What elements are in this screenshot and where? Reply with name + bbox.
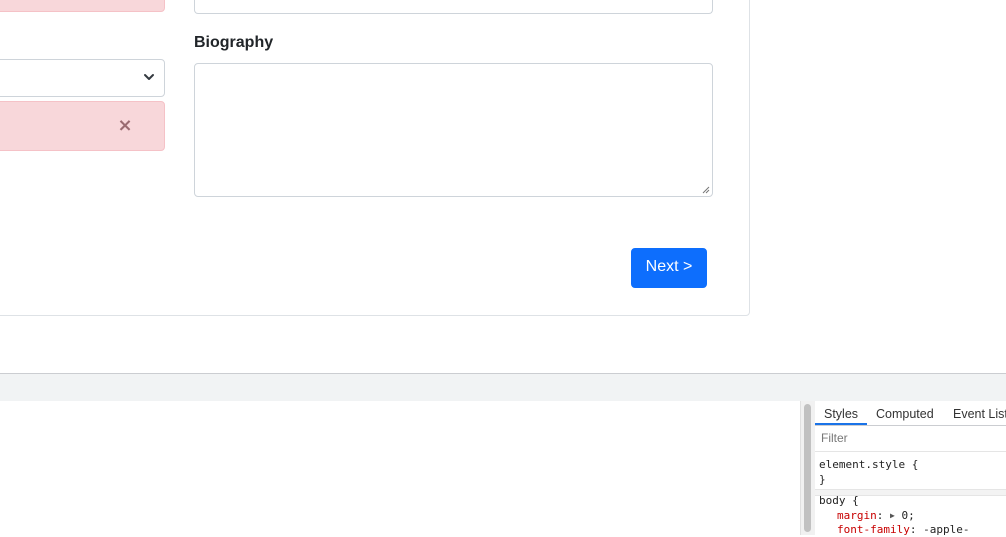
element-style-open: element.style { [819,458,919,471]
prop-name: font-family [837,523,910,536]
expand-triangle-icon[interactable]: ▶ [890,508,895,523]
tab-computed[interactable]: Computed [876,407,934,421]
scrollbar-thumb[interactable] [804,404,811,532]
styles-pane: Styles Computed Event List element.style… [815,401,1006,536]
next-button[interactable]: Next > [631,248,707,288]
style-declaration-margin[interactable]: margin: ▶ 0; [837,508,915,523]
elements-scrollbar[interactable] [800,401,815,535]
element-style-close: } [819,473,826,486]
select-dropdown[interactable] [0,59,165,97]
devtools-toolbar [0,373,1006,402]
tab-event-listeners[interactable]: Event List [953,407,1006,421]
styles-tabbar: Styles Computed Event List [815,401,1006,426]
tab-styles[interactable]: Styles [824,407,858,421]
close-icon[interactable]: × [117,117,133,135]
prop-value: -apple- [923,523,970,536]
body-selector: body { [819,494,859,507]
error-alert: × [0,101,165,151]
error-alert-top [0,0,165,12]
styles-filter [815,426,1006,452]
page-viewport: × Biography Next > [0,0,1006,373]
biography-label: Biography [194,34,274,51]
resize-grip-icon[interactable] [702,186,710,194]
devtools-panel: Styles Computed Event List element.style… [0,373,1006,536]
elements-pane [0,401,800,535]
prop-name: margin [837,509,877,522]
active-tab-indicator [815,423,867,425]
chevron-down-icon [144,74,154,80]
biography-textarea[interactable] [194,63,713,197]
filter-input[interactable] [819,430,1003,446]
text-input-top[interactable] [194,0,713,14]
prop-value: 0; [901,509,915,522]
